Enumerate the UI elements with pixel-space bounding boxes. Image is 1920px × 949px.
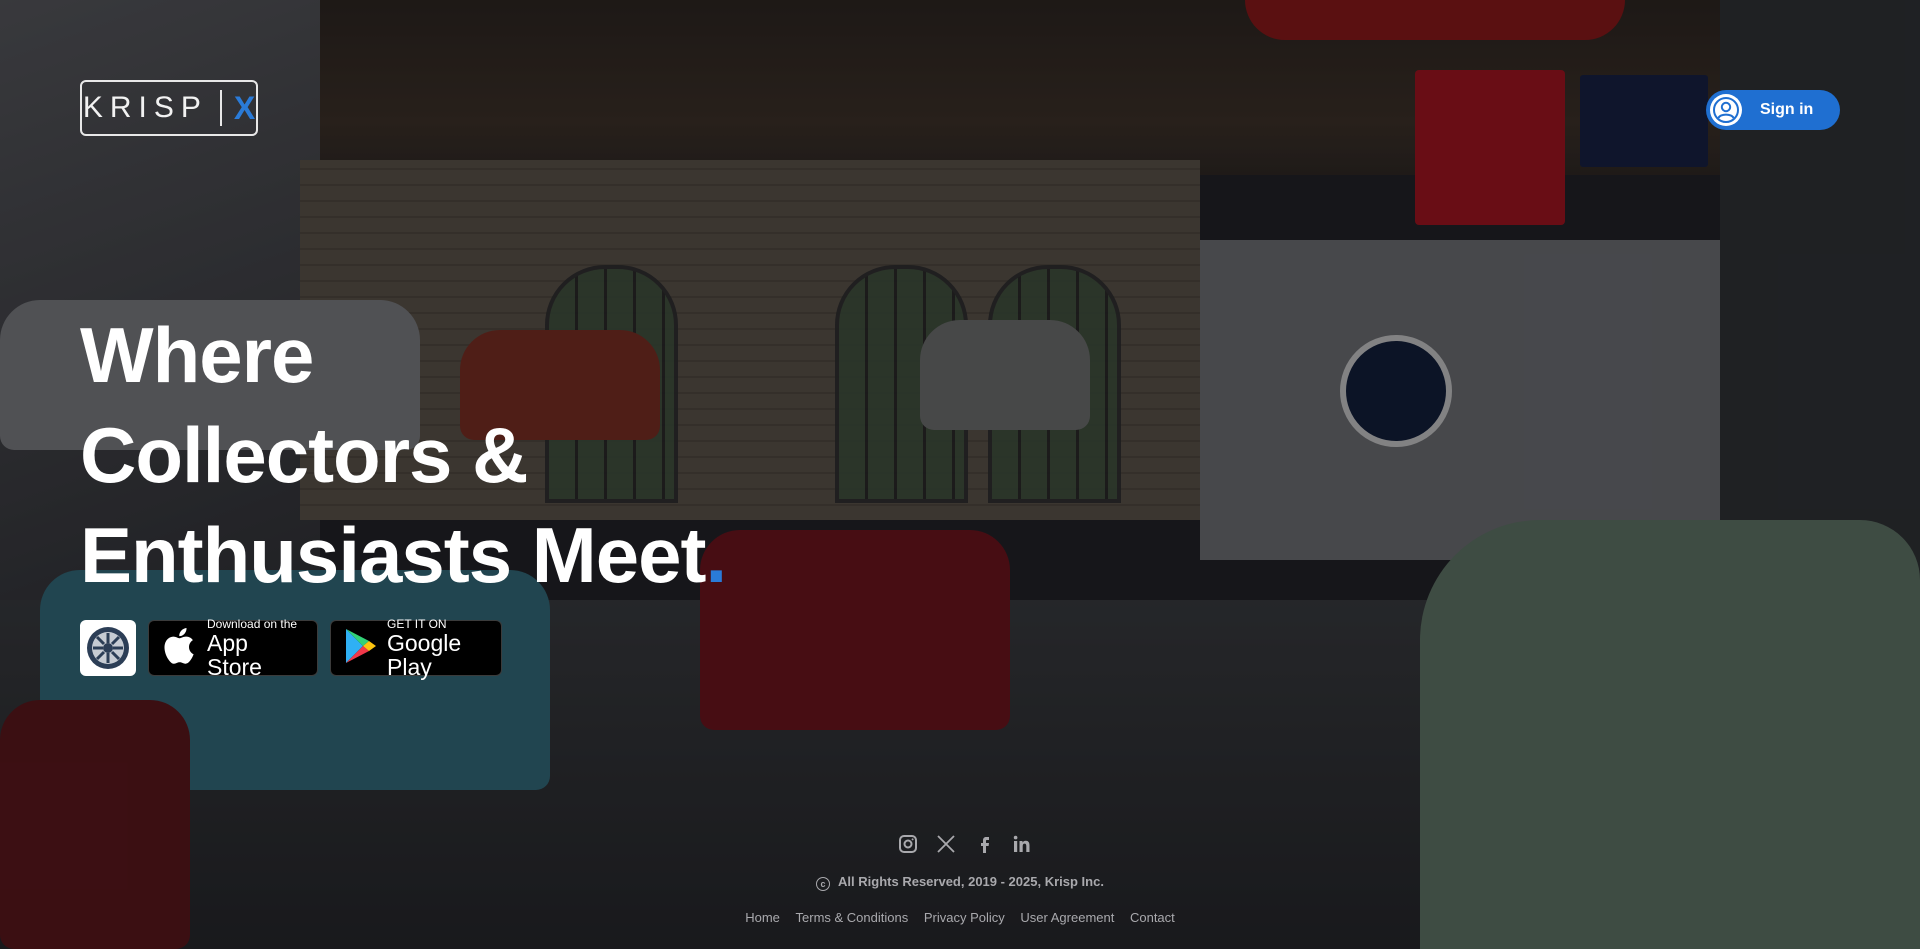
google-play-button[interactable]: GET IT ON Google Play xyxy=(330,616,502,680)
app-store-big: App Store xyxy=(207,629,262,680)
copyright-text: All Rights Reserved, 2019 - 2025, Krisp … xyxy=(838,874,1104,889)
copyright-icon: c xyxy=(816,877,831,891)
user-icon xyxy=(1710,94,1742,126)
google-play-text: GET IT ON Google Play xyxy=(387,616,487,680)
wheel-logo-icon[interactable] xyxy=(80,620,136,676)
google-play-big: Google Play xyxy=(387,629,462,680)
sign-in-button[interactable]: Sign in xyxy=(1706,90,1840,130)
linkedin-icon[interactable] xyxy=(1012,834,1032,854)
footer-link-contact[interactable]: Contact xyxy=(1130,910,1175,925)
apple-icon xyxy=(163,626,197,671)
footer-link-user-agreement[interactable]: User Agreement xyxy=(1020,910,1114,925)
hero-line-3-wrap: Enthusiasts Meet. xyxy=(80,505,727,605)
hero-line-2: Collectors & xyxy=(80,411,528,499)
krisp-x-logo[interactable]: KRISP X xyxy=(80,80,258,136)
instagram-icon[interactable] xyxy=(898,834,918,854)
hero-line-3: Enthusiasts Meet xyxy=(80,511,706,599)
hero-heading: Where Collectors & Enthusiasts Meet. xyxy=(80,305,727,605)
footer-link-privacy[interactable]: Privacy Policy xyxy=(924,910,1005,925)
footer-link-terms[interactable]: Terms & Conditions xyxy=(796,910,909,925)
app-store-button[interactable]: Download on the App Store xyxy=(148,616,318,680)
sign-in-label: Sign in xyxy=(1760,101,1814,118)
hero-line-1: Where xyxy=(80,311,314,399)
app-badges: Download on the App Store GET IT ON Goog… xyxy=(80,616,502,680)
copyright: c All Rights Reserved, 2019 - 2025, Krisp… xyxy=(0,874,1920,891)
facebook-icon[interactable] xyxy=(974,834,994,854)
logo-text: KRISP xyxy=(82,91,208,124)
footer-link-home[interactable]: Home xyxy=(745,910,780,925)
hero-dot: . xyxy=(705,511,727,599)
google-play-icon xyxy=(345,628,377,669)
social-links xyxy=(898,834,1032,854)
logo-mark: X xyxy=(233,89,256,126)
google-play-small: GET IT ON xyxy=(387,616,447,631)
app-store-text: Download on the App Store xyxy=(207,616,303,680)
logo-divider xyxy=(219,90,222,126)
x-icon[interactable] xyxy=(936,834,956,854)
app-store-small: Download on the xyxy=(207,616,298,631)
footer-links: Home Terms & Conditions Privacy Policy U… xyxy=(0,910,1920,925)
